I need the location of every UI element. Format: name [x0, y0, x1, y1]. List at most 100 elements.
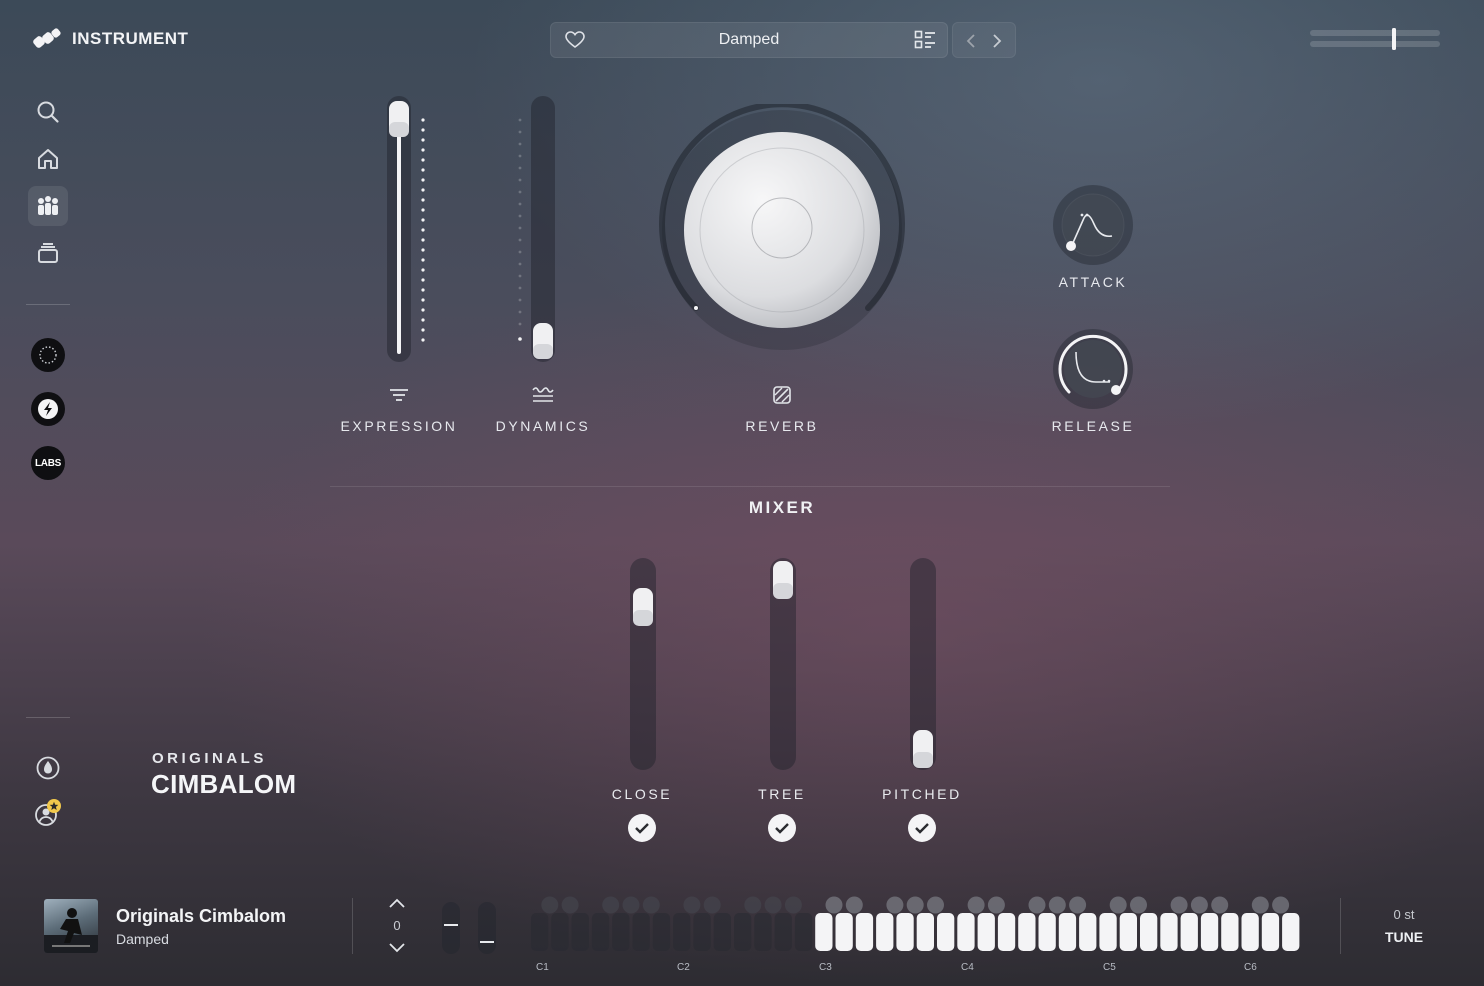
white-key[interactable] — [1200, 913, 1219, 951]
preset-selector[interactable]: Damped — [550, 22, 948, 58]
black-key[interactable] — [927, 896, 944, 914]
reverb-knob[interactable] — [656, 104, 908, 356]
app-logo[interactable]: INSTRUMENT — [32, 28, 188, 50]
black-key[interactable] — [1190, 896, 1208, 914]
white-key[interactable] — [1180, 913, 1198, 951]
white-key[interactable] — [1079, 913, 1097, 951]
white-key[interactable] — [794, 913, 813, 951]
mixer-pitched-fader[interactable] — [908, 558, 938, 772]
white-key[interactable] — [632, 913, 650, 951]
mixer-tree-fader[interactable] — [768, 558, 798, 772]
sidebar-brand-labs[interactable]: LABS — [31, 446, 65, 480]
black-key[interactable] — [1251, 896, 1269, 914]
chevron-right-icon[interactable] — [991, 33, 1003, 49]
white-key[interactable] — [693, 913, 711, 951]
white-key[interactable] — [855, 913, 874, 951]
preset-list-icon[interactable] — [914, 30, 936, 50]
black-key[interactable] — [622, 896, 640, 914]
sidebar-item-account[interactable] — [28, 793, 68, 833]
black-key[interactable] — [561, 896, 579, 914]
black-key[interactable] — [541, 896, 559, 914]
white-key[interactable] — [673, 913, 691, 951]
black-key[interactable] — [744, 896, 762, 914]
dotted-ring-icon — [39, 346, 57, 364]
black-key[interactable] — [845, 896, 863, 914]
white-key[interactable] — [1119, 913, 1137, 951]
pitch-mod-wheels[interactable] — [440, 900, 498, 956]
sidebar-item-search[interactable] — [28, 92, 68, 132]
sidebar-item-theme[interactable] — [28, 748, 68, 788]
white-key[interactable] — [957, 913, 975, 951]
black-key[interactable] — [683, 896, 701, 914]
black-key[interactable] — [1048, 896, 1066, 914]
mixer-pitched-toggle[interactable] — [908, 814, 936, 842]
white-key[interactable] — [1160, 913, 1178, 951]
sidebar-item-home[interactable] — [28, 139, 68, 179]
black-key[interactable] — [602, 896, 620, 914]
octave-up-icon[interactable] — [388, 897, 406, 909]
chevron-left-icon[interactable] — [965, 33, 977, 49]
white-key[interactable] — [612, 913, 630, 951]
white-key[interactable] — [551, 913, 569, 951]
white-key[interactable] — [652, 913, 671, 951]
white-key[interactable] — [896, 913, 914, 951]
sidebar-item-instruments[interactable] — [28, 186, 68, 226]
album-artwork[interactable] — [44, 899, 98, 953]
octave-down-icon[interactable] — [388, 942, 406, 954]
white-key[interactable] — [754, 913, 772, 951]
black-key[interactable] — [1109, 896, 1127, 914]
expression-slider[interactable] — [378, 96, 438, 366]
white-key[interactable] — [1140, 913, 1158, 951]
mixer-tree-toggle[interactable] — [768, 814, 796, 842]
black-key[interactable] — [1130, 896, 1147, 914]
white-key[interactable] — [876, 913, 894, 951]
sidebar-item-library[interactable] — [28, 233, 68, 273]
white-key[interactable] — [1221, 913, 1239, 951]
white-key[interactable] — [571, 913, 589, 951]
black-key[interactable] — [784, 896, 802, 914]
white-key[interactable] — [774, 913, 792, 951]
black-key[interactable] — [642, 896, 660, 914]
black-key[interactable] — [967, 896, 985, 914]
mixer-close-toggle[interactable] — [628, 814, 656, 842]
now-playing-subtitle: Damped — [116, 931, 169, 947]
white-key[interactable] — [835, 913, 853, 951]
black-key[interactable] — [1211, 896, 1229, 914]
white-key[interactable] — [591, 913, 610, 951]
white-key[interactable] — [916, 913, 934, 951]
white-key[interactable] — [815, 913, 833, 951]
attack-knob[interactable] — [1050, 182, 1136, 268]
dynamics-slider[interactable] — [510, 96, 570, 366]
mixer-close-fader[interactable] — [628, 558, 658, 772]
black-key[interactable] — [1170, 896, 1188, 914]
black-key[interactable] — [825, 896, 843, 914]
black-key[interactable] — [1028, 896, 1046, 914]
white-key[interactable] — [734, 913, 752, 951]
black-key[interactable] — [987, 896, 1005, 914]
tune-label[interactable]: TUNE — [1374, 929, 1434, 945]
white-key[interactable] — [1058, 913, 1077, 951]
white-key[interactable] — [1261, 913, 1280, 951]
sidebar-brand-spitfire[interactable] — [31, 392, 65, 426]
black-key[interactable] — [1069, 896, 1087, 914]
black-key[interactable] — [703, 896, 721, 914]
white-key[interactable] — [977, 913, 995, 951]
white-key[interactable] — [531, 913, 549, 951]
white-key[interactable] — [1038, 913, 1056, 951]
master-volume-slider[interactable] — [1310, 28, 1440, 50]
black-key[interactable] — [1272, 896, 1290, 914]
black-key[interactable] — [886, 896, 904, 914]
white-key[interactable] — [937, 913, 955, 951]
black-key[interactable] — [906, 896, 924, 914]
white-key[interactable] — [997, 913, 1016, 951]
release-knob[interactable] — [1050, 326, 1136, 412]
white-key[interactable] — [1018, 913, 1036, 951]
piano-keyboard[interactable] — [528, 895, 1308, 957]
black-key[interactable] — [764, 896, 782, 914]
sidebar-brand-circle[interactable] — [31, 338, 65, 372]
white-key[interactable] — [1282, 913, 1300, 951]
brand-name: INSTRUMENT — [72, 29, 189, 48]
white-key[interactable] — [1099, 913, 1117, 951]
white-key[interactable] — [713, 913, 731, 951]
white-key[interactable] — [1241, 913, 1259, 951]
